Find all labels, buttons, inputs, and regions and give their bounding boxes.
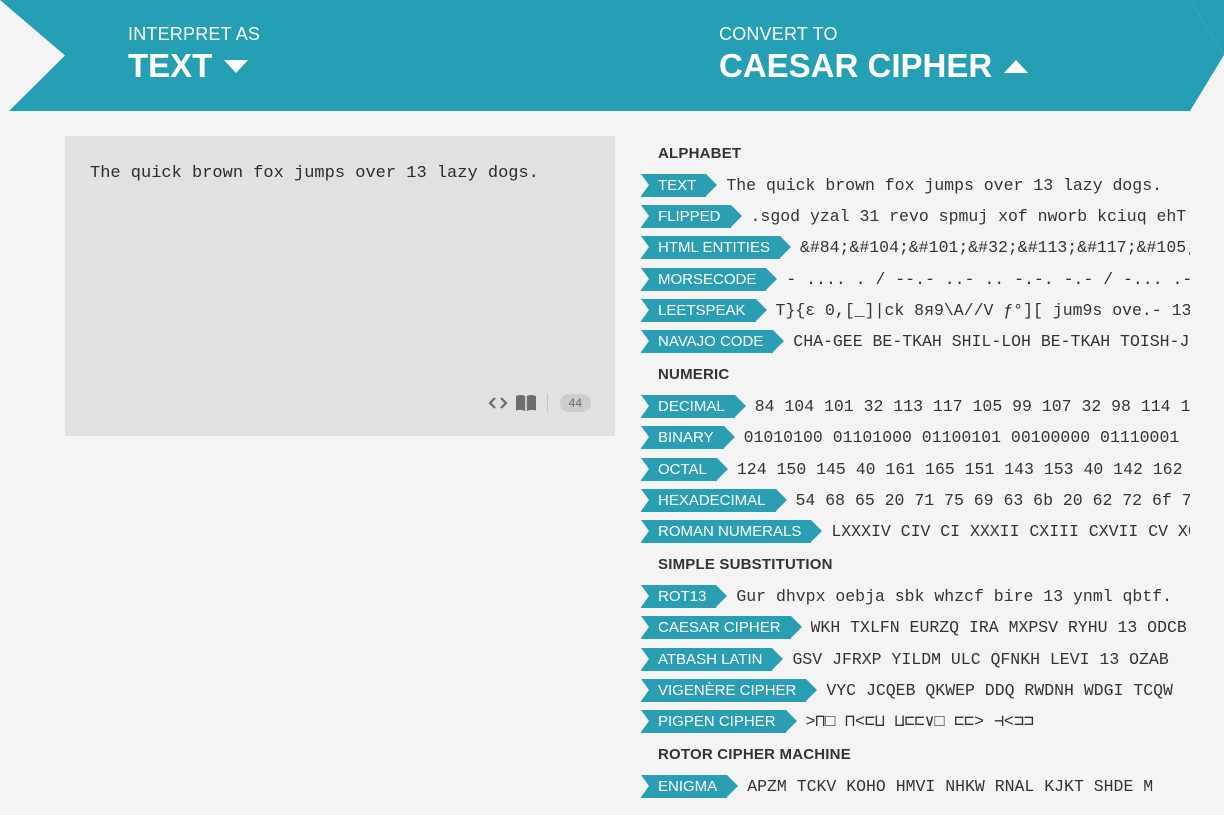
book-icon[interactable] <box>515 394 537 412</box>
result-row: TEXT The quick brown fox jumps over 13 la… <box>641 170 1190 201</box>
convert-value: CAESAR CIPHER <box>719 47 993 84</box>
encoded-value[interactable]: GSV JFRXP YILDM ULC QFNKH LEVI 13 OZAB <box>792 650 1190 669</box>
group-title: ROTOR CIPHER MACHINE <box>658 745 851 763</box>
character-count-badge: 44 <box>559 394 591 412</box>
result-row: MORSECODE - .... . / --.- ..- .. -.-. -.-… <box>641 264 1190 295</box>
encoding-tag[interactable]: FLIPPED <box>641 205 742 229</box>
toolbar-divider <box>546 394 548 412</box>
encoding-tag[interactable]: HTML ENTITIES <box>641 236 791 260</box>
result-row: HEXADECIMAL 54 68 65 20 71 75 69 63 6b 20… <box>641 485 1190 516</box>
encoded-value[interactable]: Gur dhvpx oebja sbk whzcf bire 13 ynml q… <box>736 587 1190 606</box>
encoded-value[interactable]: 54 68 65 20 71 75 69 63 6b 20 62 72 6f 7… <box>796 491 1190 510</box>
encoded-value[interactable]: &#84;&#104;&#101;&#32;&#113;&#117;&#105;… <box>800 238 1190 257</box>
encoding-tag[interactable]: MORSECODE <box>641 267 778 291</box>
encoding-tag[interactable]: VIGENÈRE CIPHER <box>641 678 818 702</box>
convert-dropdown[interactable]: CAESAR CIPHER <box>719 46 1029 86</box>
encoding-tag[interactable]: ROMAN NUMERALS <box>641 519 823 543</box>
result-row: NAVAJO CODE CHA-GEE BE-TKAH SHIL-LOH BE-T… <box>641 326 1190 357</box>
encoded-value[interactable]: VYC JCQEB QKWEP DDQ RWDNH WDGI TCQW <box>826 681 1190 700</box>
encoding-tag[interactable]: ENIGMA <box>641 775 739 799</box>
result-row: OCTAL 124 150 145 40 161 165 151 143 153 … <box>641 454 1190 485</box>
encoding-tag[interactable]: TEXT <box>641 174 718 198</box>
result-row: ROMAN NUMERALS LXXXIV CIV CI XXXII CXIII … <box>641 516 1190 547</box>
result-row: VIGENÈRE CIPHER VYC JCQEB QKWEP DDQ RWDNH… <box>641 675 1190 706</box>
convert-section: CONVERT TO CAESAR CIPHER <box>719 24 1029 86</box>
encoded-value[interactable]: LXXXIV CIV CI XXXII CXIII CXVII CV XCIX <box>831 522 1190 541</box>
encoded-value[interactable]: The quick brown fox jumps over 13 lazy d… <box>726 176 1190 195</box>
result-row: FLIPPED .sgod yzal 31 revo spmuj xof nwor… <box>641 201 1190 232</box>
encoding-tag[interactable]: ATBASH LATIN <box>641 647 784 671</box>
result-row: CAESAR CIPHER WKH TXLFN EURZQ IRA MXPSV R… <box>641 612 1190 643</box>
encoding-tag[interactable]: CAESAR CIPHER <box>641 616 802 640</box>
encoding-tag[interactable]: ROT13 <box>641 585 728 609</box>
result-row: ENIGMA APZM TCKV KOHO HMVI NHKW RNAL KJKT… <box>641 771 1190 802</box>
triangle-up-icon <box>1004 59 1029 73</box>
encoding-tag[interactable]: OCTAL <box>641 457 728 481</box>
header-banner: INTERPRET AS TEXT CONVERT TO CAESAR CIPH… <box>0 0 1224 111</box>
result-row: ATBASH LATIN GSV JFRXP YILDM ULC QFNKH LE… <box>641 643 1190 674</box>
group-title: NUMERIC <box>658 365 730 383</box>
encoding-tag[interactable]: DECIMAL <box>641 395 746 419</box>
input-text[interactable]: The quick brown fox jumps over 13 lazy d… <box>90 164 539 183</box>
result-row: ROT13 Gur dhvpx oebja sbk whzcf bire 13 y… <box>641 581 1190 612</box>
group-title: SIMPLE SUBSTITUTION <box>658 555 833 573</box>
encoded-value[interactable]: 84 104 101 32 113 117 105 99 107 32 98 1… <box>755 397 1190 416</box>
interpret-value: TEXT <box>128 47 213 84</box>
result-row: HTML ENTITIES &#84;&#104;&#101;&#32;&#113… <box>641 232 1190 263</box>
encoded-value[interactable]: - .... . / --.- ..- .. -.-. -.- / -... .… <box>786 270 1190 289</box>
convert-label: CONVERT TO <box>719 24 838 44</box>
encoded-value[interactable]: 01010100 01101000 01100101 00100000 0111… <box>744 428 1190 447</box>
encoded-value[interactable]: 124 150 145 40 161 165 151 143 153 40 14… <box>737 460 1190 479</box>
encoding-tag[interactable]: HEXADECIMAL <box>641 488 787 512</box>
encoded-value[interactable]: .sgod yzal 31 revo spmuj xof nworb kciuq… <box>751 207 1190 226</box>
encoded-value[interactable]: CHA-GEE BE-TKAH SHIL-LOH BE-TKAH TOISH-J… <box>793 332 1190 351</box>
result-row: PIGPEN CIPHER >⊓□ ⊓<⊏⊔ ⊔⊏⊏∨□ ⊏⊏> ⊣<⊐⊐ <box>641 706 1190 737</box>
input-toolbar: 44 <box>481 394 591 412</box>
encoding-tag[interactable]: NAVAJO CODE <box>641 330 785 354</box>
triangle-down-icon <box>224 59 249 73</box>
code-icon[interactable] <box>487 394 509 412</box>
group-title: ALPHABET <box>658 144 742 162</box>
results-list: ALPHABET TEXT The quick brown fox jumps ov… <box>641 136 1190 815</box>
result-row: LEETSPEAK T}{ε 0,[_]|ck 8я9\A//V ƒ°][ jum… <box>641 295 1190 326</box>
encoded-value[interactable]: T}{ε 0,[_]|ck 8я9\A//V ƒ°][ jum9s ove.- … <box>776 301 1190 320</box>
encoding-tag[interactable]: PIGPEN CIPHER <box>641 709 797 733</box>
encoding-tag[interactable]: BINARY <box>641 426 735 450</box>
interpret-label: INTERPRET AS <box>128 24 261 44</box>
encoded-value[interactable]: >⊓□ ⊓<⊏⊔ ⊔⊏⊏∨□ ⊏⊏> ⊣<⊐⊐ <box>806 711 1190 731</box>
encoded-value[interactable]: APZM TCKV KOHO HMVI NHKW RNAL KJKT SHDE … <box>747 777 1190 796</box>
result-row: DECIMAL 84 104 101 32 113 117 105 99 107 … <box>641 391 1190 422</box>
interpret-dropdown[interactable]: TEXT <box>128 46 260 86</box>
encoding-tag[interactable]: LEETSPEAK <box>641 298 767 322</box>
interpret-section: INTERPRET AS TEXT <box>128 24 260 86</box>
encoded-value[interactable]: WKH TXLFN EURZQ IRA MXPSV RYHU 13 ODCB <box>811 618 1190 637</box>
result-row: BINARY 01010100 01101000 01100101 0010000… <box>641 422 1190 453</box>
input-panel[interactable]: The quick brown fox jumps over 13 lazy d… <box>65 136 615 436</box>
